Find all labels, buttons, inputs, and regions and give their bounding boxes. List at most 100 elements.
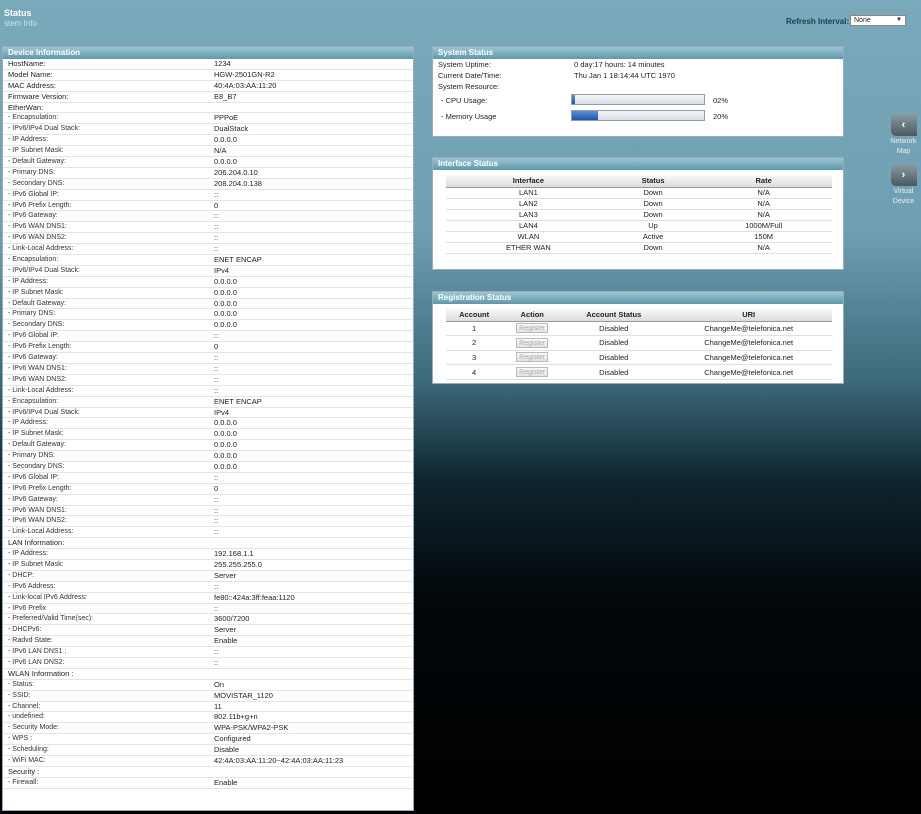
- cpu-usage-bar-fill: [572, 95, 575, 104]
- device-info-label: - IP Subnet Mask:: [8, 288, 64, 296]
- device-info-row: - Preferred/Valid Time(sec): 3600/7200: [3, 614, 413, 626]
- registration-status-table: Account Action Account Status URI 1 Register…: [446, 309, 832, 380]
- device-info-value: 0: [214, 342, 219, 352]
- device-info-label: - Link-Local Address:: [8, 245, 74, 253]
- device-info-row: - IP Subnet Mask: 0.0.0.0: [3, 429, 413, 441]
- device-info-row: - IPv6/IPv4 Dual Stack: IPv4: [3, 408, 413, 419]
- device-info-row: EtherWan:: [3, 103, 413, 114]
- action-cell: Register: [502, 321, 563, 337]
- interface-cell: N/A: [695, 242, 832, 254]
- register-button[interactable]: Register: [516, 352, 549, 363]
- interface-column-header: Rate: [695, 175, 832, 188]
- device-info-row: - Firewall: Enable: [3, 778, 413, 789]
- device-info-row: - IPv6 Prefix Length: 0: [3, 484, 413, 495]
- interface-status-table: Interface Status Rate LAN1 Down N/A LAN2 Down N…: [446, 175, 832, 254]
- device-info-row: - IPv6 LAN DNS2:::: [3, 658, 413, 669]
- network-map-label-1: Network: [890, 138, 917, 145]
- device-info-label: MAC Address:: [8, 80, 56, 90]
- registration-column-header: Account: [446, 309, 503, 322]
- device-info-label: - Default Gateway:: [8, 441, 66, 449]
- interface-cell: Up: [610, 220, 696, 232]
- device-info-value: 0.0.0.0: [214, 461, 237, 471]
- register-button[interactable]: Register: [516, 337, 549, 348]
- uri-cell: ChangeMe@telefonica.net: [665, 364, 832, 380]
- device-info-value: IPv4: [214, 265, 230, 275]
- device-info-label: WLAN Information :: [8, 668, 74, 678]
- device-info-row: - undefined: 802.11b+g+n: [3, 712, 413, 724]
- virtual-device-label-2: Device: [892, 198, 915, 205]
- device-info-label: - IPv6 Gateway:: [8, 354, 58, 362]
- device-info-label: - Default Gateway:: [8, 158, 66, 166]
- page-subtitle: stem Info: [4, 19, 37, 28]
- interface-cell: N/A: [695, 198, 832, 210]
- device-info-label: - DHCP:: [8, 571, 35, 579]
- device-info-value: ::: [214, 189, 219, 199]
- device-info-row: - WiFi MAC: 42:4A:03:AA:11:20~42:4A:03:AA…: [3, 756, 413, 767]
- device-info-value: Enable: [214, 777, 238, 787]
- device-info-row: - Link-Local Address:::: [3, 527, 413, 539]
- device-info-value: 0.0.0.0: [214, 429, 237, 439]
- table-row: 3 Register Disabled ChangeMe@telefonica.net: [446, 350, 832, 366]
- interface-column-header: Status: [610, 175, 696, 188]
- device-info-label: EtherWan:: [8, 102, 44, 112]
- device-info-row: - Link-local IPv6 Address: fe80::424a:3ff…: [3, 593, 413, 604]
- register-button[interactable]: Register: [516, 367, 549, 378]
- registration-column-header: Account Status: [562, 309, 666, 322]
- interface-cell: LAN2: [446, 198, 611, 210]
- account-status-cell: Disabled: [562, 350, 666, 366]
- device-information-title: Device Information: [3, 47, 413, 59]
- device-info-row: - Encapsulation: ENET ENCAP: [3, 397, 413, 408]
- device-info-row: - IPv6 Gateway:::: [3, 495, 413, 506]
- device-info-value: ::: [214, 385, 219, 395]
- device-info-label: HostName:: [8, 59, 46, 68]
- system-resource-label: System Resource:: [438, 82, 500, 91]
- uri-cell: ChangeMe@telefonica.net: [665, 321, 832, 337]
- device-info-label: - Link-local IPv6 Address:: [8, 593, 87, 601]
- device-info-row: Firmware Version: E8_B7: [3, 92, 413, 103]
- current-datetime-label: Current Date/Time:: [438, 71, 502, 80]
- account-number-cell: 1: [446, 321, 503, 337]
- device-info-row: - WPS : Configured: [3, 734, 413, 746]
- register-button[interactable]: Register: [516, 323, 549, 334]
- device-info-row: WLAN Information :: [3, 669, 413, 680]
- device-info-label: - IPv6 Gateway:: [8, 495, 58, 503]
- device-info-label: - IPv6 Address:: [8, 582, 56, 590]
- device-info-value: ::: [214, 331, 219, 341]
- cpu-usage-bar: [571, 94, 705, 105]
- device-info-label: - IPv6/IPv4 Dual Stack:: [8, 408, 80, 416]
- device-info-label: Model Name:: [8, 69, 53, 79]
- device-info-value: On: [214, 679, 225, 689]
- interface-cell: Down: [610, 187, 696, 199]
- uri-cell: ChangeMe@telefonica.net: [665, 335, 832, 351]
- interface-status-panel: Interface Status Interface Status Rate LAN…: [432, 157, 844, 270]
- device-info-label: - Status:: [8, 680, 35, 688]
- device-info-value: ::: [214, 603, 219, 613]
- table-row: LAN2 Down N/A: [446, 198, 832, 210]
- table-row: 4 Register Disabled ChangeMe@telefonica.net: [446, 364, 832, 380]
- device-info-value: N/A: [214, 146, 227, 156]
- interface-cell: Down: [610, 198, 696, 210]
- chevron-left-icon[interactable]: ‹: [890, 114, 917, 136]
- device-info-label: - IPv6 WAN DNS2:: [8, 375, 67, 383]
- device-info-label: - IP Address:: [8, 419, 48, 427]
- refresh-interval-select[interactable]: None ▼: [850, 15, 906, 26]
- network-map-nav[interactable]: ‹ Network Map: [886, 114, 921, 156]
- device-info-row: - Primary DNS: 206.204.0.10: [3, 168, 413, 179]
- device-info-label: - Secondary DNS:: [8, 179, 65, 187]
- device-info-value: ::: [214, 527, 219, 537]
- device-info-label: - undefined:: [8, 713, 45, 721]
- device-info-row: - Secondary DNS: 0.0.0.0: [3, 320, 413, 332]
- device-info-value: ::: [214, 505, 219, 515]
- device-info-value: 0.0.0.0: [214, 157, 237, 167]
- interface-cell: Down: [610, 209, 696, 221]
- device-info-value: IPv4: [214, 407, 230, 417]
- device-info-value: ::: [214, 472, 219, 482]
- device-info-row: MAC Address: 40:4A:03:AA:11:20: [3, 81, 413, 92]
- device-info-value: 255.255.255.0: [214, 559, 262, 569]
- memory-usage-bar-fill: [572, 111, 599, 120]
- virtual-device-nav[interactable]: › Virtual Device: [886, 164, 921, 206]
- device-info-value: 3600/7200: [214, 614, 250, 624]
- system-uptime-label: System Uptime:: [438, 60, 491, 69]
- chevron-right-icon[interactable]: ›: [890, 164, 917, 186]
- table-row: LAN4 Up 1000M/Full: [446, 220, 832, 232]
